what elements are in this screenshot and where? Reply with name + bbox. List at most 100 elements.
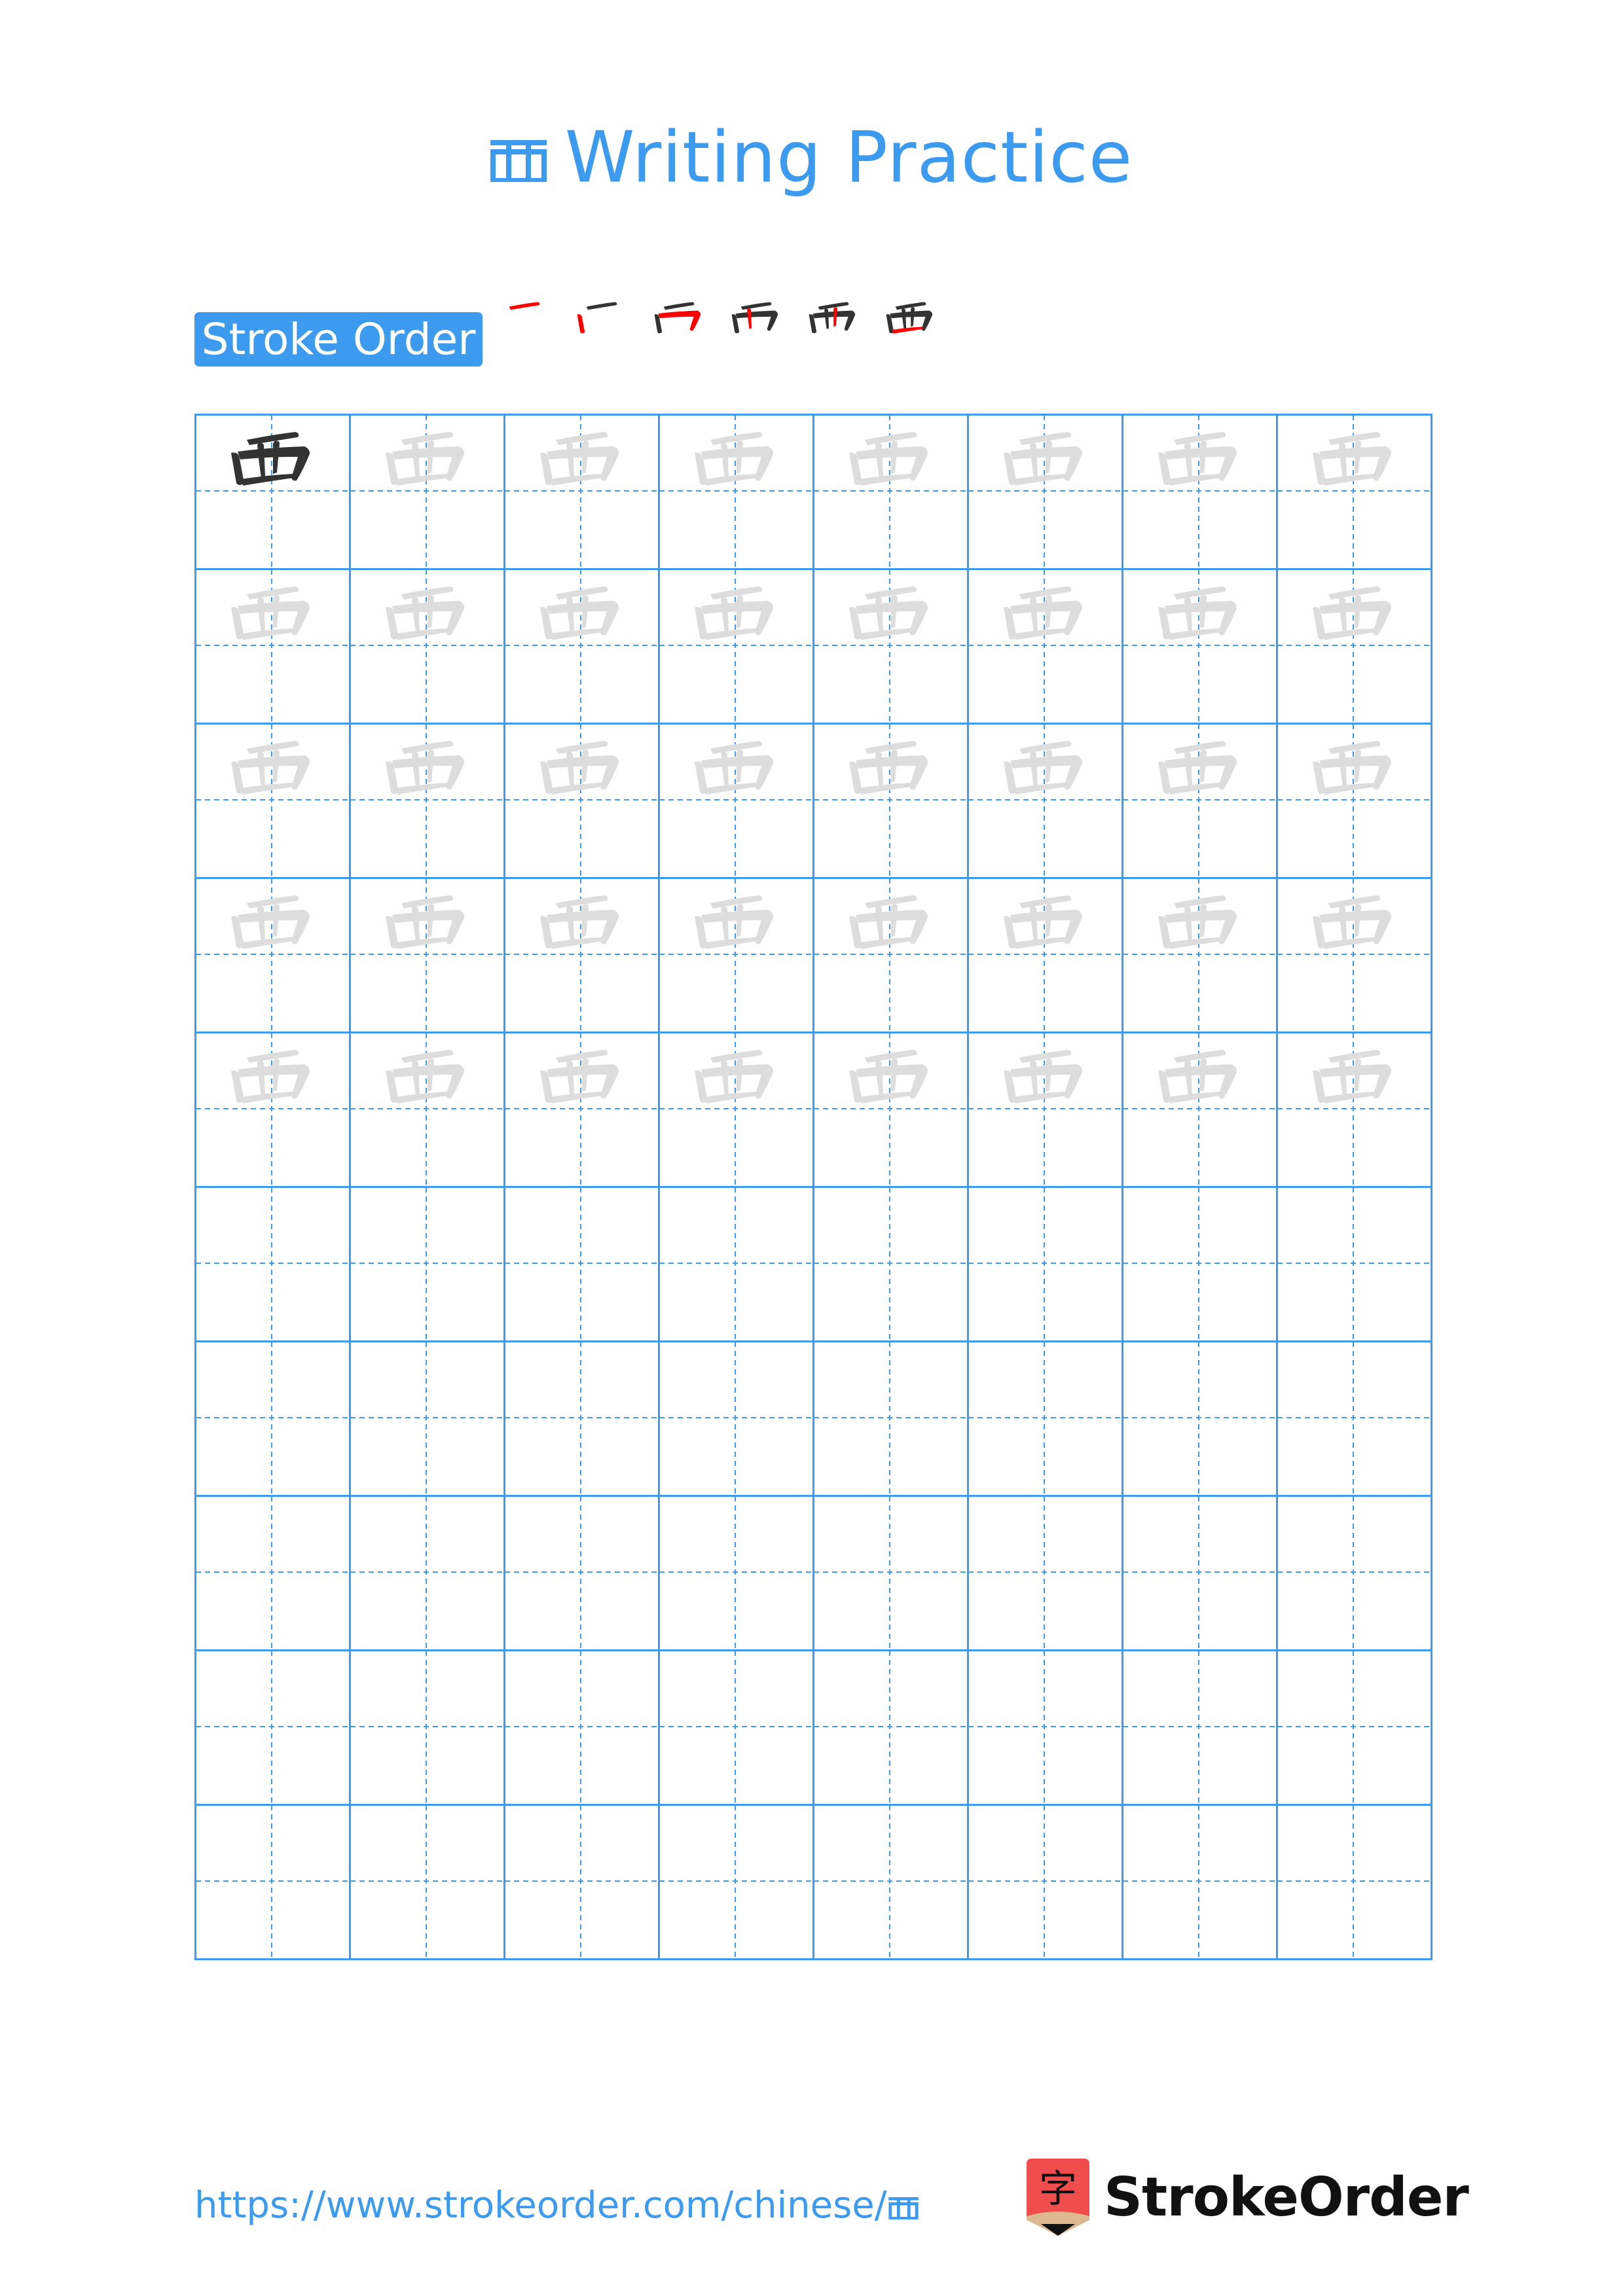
practice-cell[interactable]: [503, 1495, 658, 1649]
stroke-1: [1019, 432, 1072, 445]
practice-cell[interactable]: [503, 723, 658, 877]
cell-guide-lines: [1123, 1187, 1275, 1339]
practice-cell[interactable]: [967, 1804, 1122, 1958]
practice-cell[interactable]: [503, 1186, 658, 1340]
practice-cell[interactable]: [658, 1340, 812, 1495]
practice-cell[interactable]: [349, 1495, 503, 1649]
practice-cell[interactable]: [1122, 1340, 1276, 1495]
practice-cell[interactable]: [658, 414, 812, 568]
practice-cell[interactable]: [1276, 568, 1431, 723]
practice-cell[interactable]: [658, 877, 812, 1031]
practice-cell[interactable]: [658, 568, 812, 723]
stroke-6: [1323, 628, 1376, 640]
practice-cell[interactable]: [967, 877, 1122, 1031]
stroke-6: [705, 783, 757, 795]
practice-cell[interactable]: [1276, 1649, 1431, 1804]
practice-cell[interactable]: [1122, 1804, 1276, 1958]
practice-cell[interactable]: [658, 1495, 812, 1649]
stroke-6: [242, 628, 294, 640]
stroke-6: [705, 474, 757, 486]
practice-cell[interactable]: [812, 1031, 967, 1186]
practice-cell[interactable]: [812, 1804, 967, 1958]
practice-cell[interactable]: [349, 1031, 503, 1186]
practice-cell[interactable]: [503, 1649, 658, 1804]
stroke-1: [1328, 1050, 1381, 1063]
practice-cell[interactable]: [349, 877, 503, 1031]
practice-cell[interactable]: [503, 877, 658, 1031]
practice-cell[interactable]: [967, 1340, 1122, 1495]
practice-cell[interactable]: [1276, 1340, 1431, 1495]
practice-cell[interactable]: [967, 1649, 1122, 1804]
practice-cell[interactable]: [194, 1340, 349, 1495]
cell-guide-lines: [968, 1187, 1120, 1339]
practice-cell[interactable]: [194, 1031, 349, 1186]
practice-cell[interactable]: [349, 1804, 503, 1958]
practice-cell[interactable]: [812, 568, 967, 723]
practice-cell[interactable]: [194, 1495, 349, 1649]
practice-cell[interactable]: [194, 568, 349, 723]
brand-mark-char: 字: [1039, 2166, 1077, 2211]
practice-cell[interactable]: [194, 1649, 349, 1804]
trace-character: [540, 1050, 619, 1103]
practice-cell[interactable]: [1276, 1031, 1431, 1186]
stroke-4: [566, 1060, 574, 1096]
practice-cell[interactable]: [1122, 568, 1276, 723]
stroke-1: [1019, 586, 1072, 600]
practice-cell[interactable]: [967, 1186, 1122, 1340]
practice-cell[interactable]: [1122, 1031, 1276, 1186]
practice-cell[interactable]: [349, 1649, 503, 1804]
practice-cell[interactable]: [812, 1340, 967, 1495]
practice-cell[interactable]: [1276, 414, 1431, 568]
practice-cell[interactable]: [349, 414, 503, 568]
practice-cell[interactable]: [349, 723, 503, 877]
practice-cell[interactable]: [812, 1186, 967, 1340]
practice-cell[interactable]: [503, 568, 658, 723]
practice-cell[interactable]: [658, 1031, 812, 1186]
practice-cell[interactable]: [503, 414, 658, 568]
stroke-5: [428, 749, 434, 783]
stroke-1: [740, 302, 772, 310]
practice-cell[interactable]: [1122, 723, 1276, 877]
practice-cell[interactable]: [349, 1186, 503, 1340]
practice-cell[interactable]: [812, 1649, 967, 1804]
practice-cell[interactable]: [1122, 877, 1276, 1031]
practice-cell[interactable]: [194, 877, 349, 1031]
practice-cell[interactable]: [658, 1804, 812, 1958]
stroke-4: [1184, 442, 1192, 478]
practice-cell[interactable]: [194, 723, 349, 877]
practice-cell[interactable]: [503, 1804, 658, 1958]
practice-cell[interactable]: [812, 1495, 967, 1649]
practice-cell[interactable]: [1122, 1649, 1276, 1804]
practice-cell[interactable]: [1122, 414, 1276, 568]
practice-cell[interactable]: [194, 1186, 349, 1340]
practice-cell[interactable]: [812, 723, 967, 877]
practice-cell[interactable]: [503, 1340, 658, 1495]
practice-cell[interactable]: [1276, 1495, 1431, 1649]
practice-cell[interactable]: [349, 1340, 503, 1495]
footer-url[interactable]: https://www.strokeorder.com/chinese/: [194, 2183, 919, 2231]
practice-cell[interactable]: [1122, 1495, 1276, 1649]
practice-cell[interactable]: [658, 1186, 812, 1340]
practice-cell[interactable]: [503, 1031, 658, 1186]
practice-cell[interactable]: [967, 723, 1122, 877]
practice-cell[interactable]: [658, 723, 812, 877]
practice-cell[interactable]: [194, 1804, 349, 1958]
practice-cell[interactable]: [349, 568, 503, 723]
practice-cell[interactable]: [658, 1649, 812, 1804]
practice-cell[interactable]: [812, 877, 967, 1031]
practice-cell[interactable]: [967, 568, 1122, 723]
practice-cell[interactable]: [967, 414, 1122, 568]
trace-character: [1004, 895, 1082, 949]
footer-url-text[interactable]: https://www.strokeorder.com/chinese/: [194, 2184, 887, 2227]
practice-cell[interactable]: [1276, 723, 1431, 877]
practice-cell[interactable]: [194, 414, 349, 568]
practice-cell[interactable]: [1122, 1186, 1276, 1340]
stroke-6: [1169, 783, 1221, 795]
practice-cell[interactable]: [1276, 1186, 1431, 1340]
practice-cell[interactable]: [1276, 1804, 1431, 1958]
stroke-5: [737, 1058, 743, 1092]
practice-cell[interactable]: [1276, 877, 1431, 1031]
practice-cell[interactable]: [812, 414, 967, 568]
practice-cell[interactable]: [967, 1495, 1122, 1649]
practice-cell[interactable]: [967, 1031, 1122, 1186]
